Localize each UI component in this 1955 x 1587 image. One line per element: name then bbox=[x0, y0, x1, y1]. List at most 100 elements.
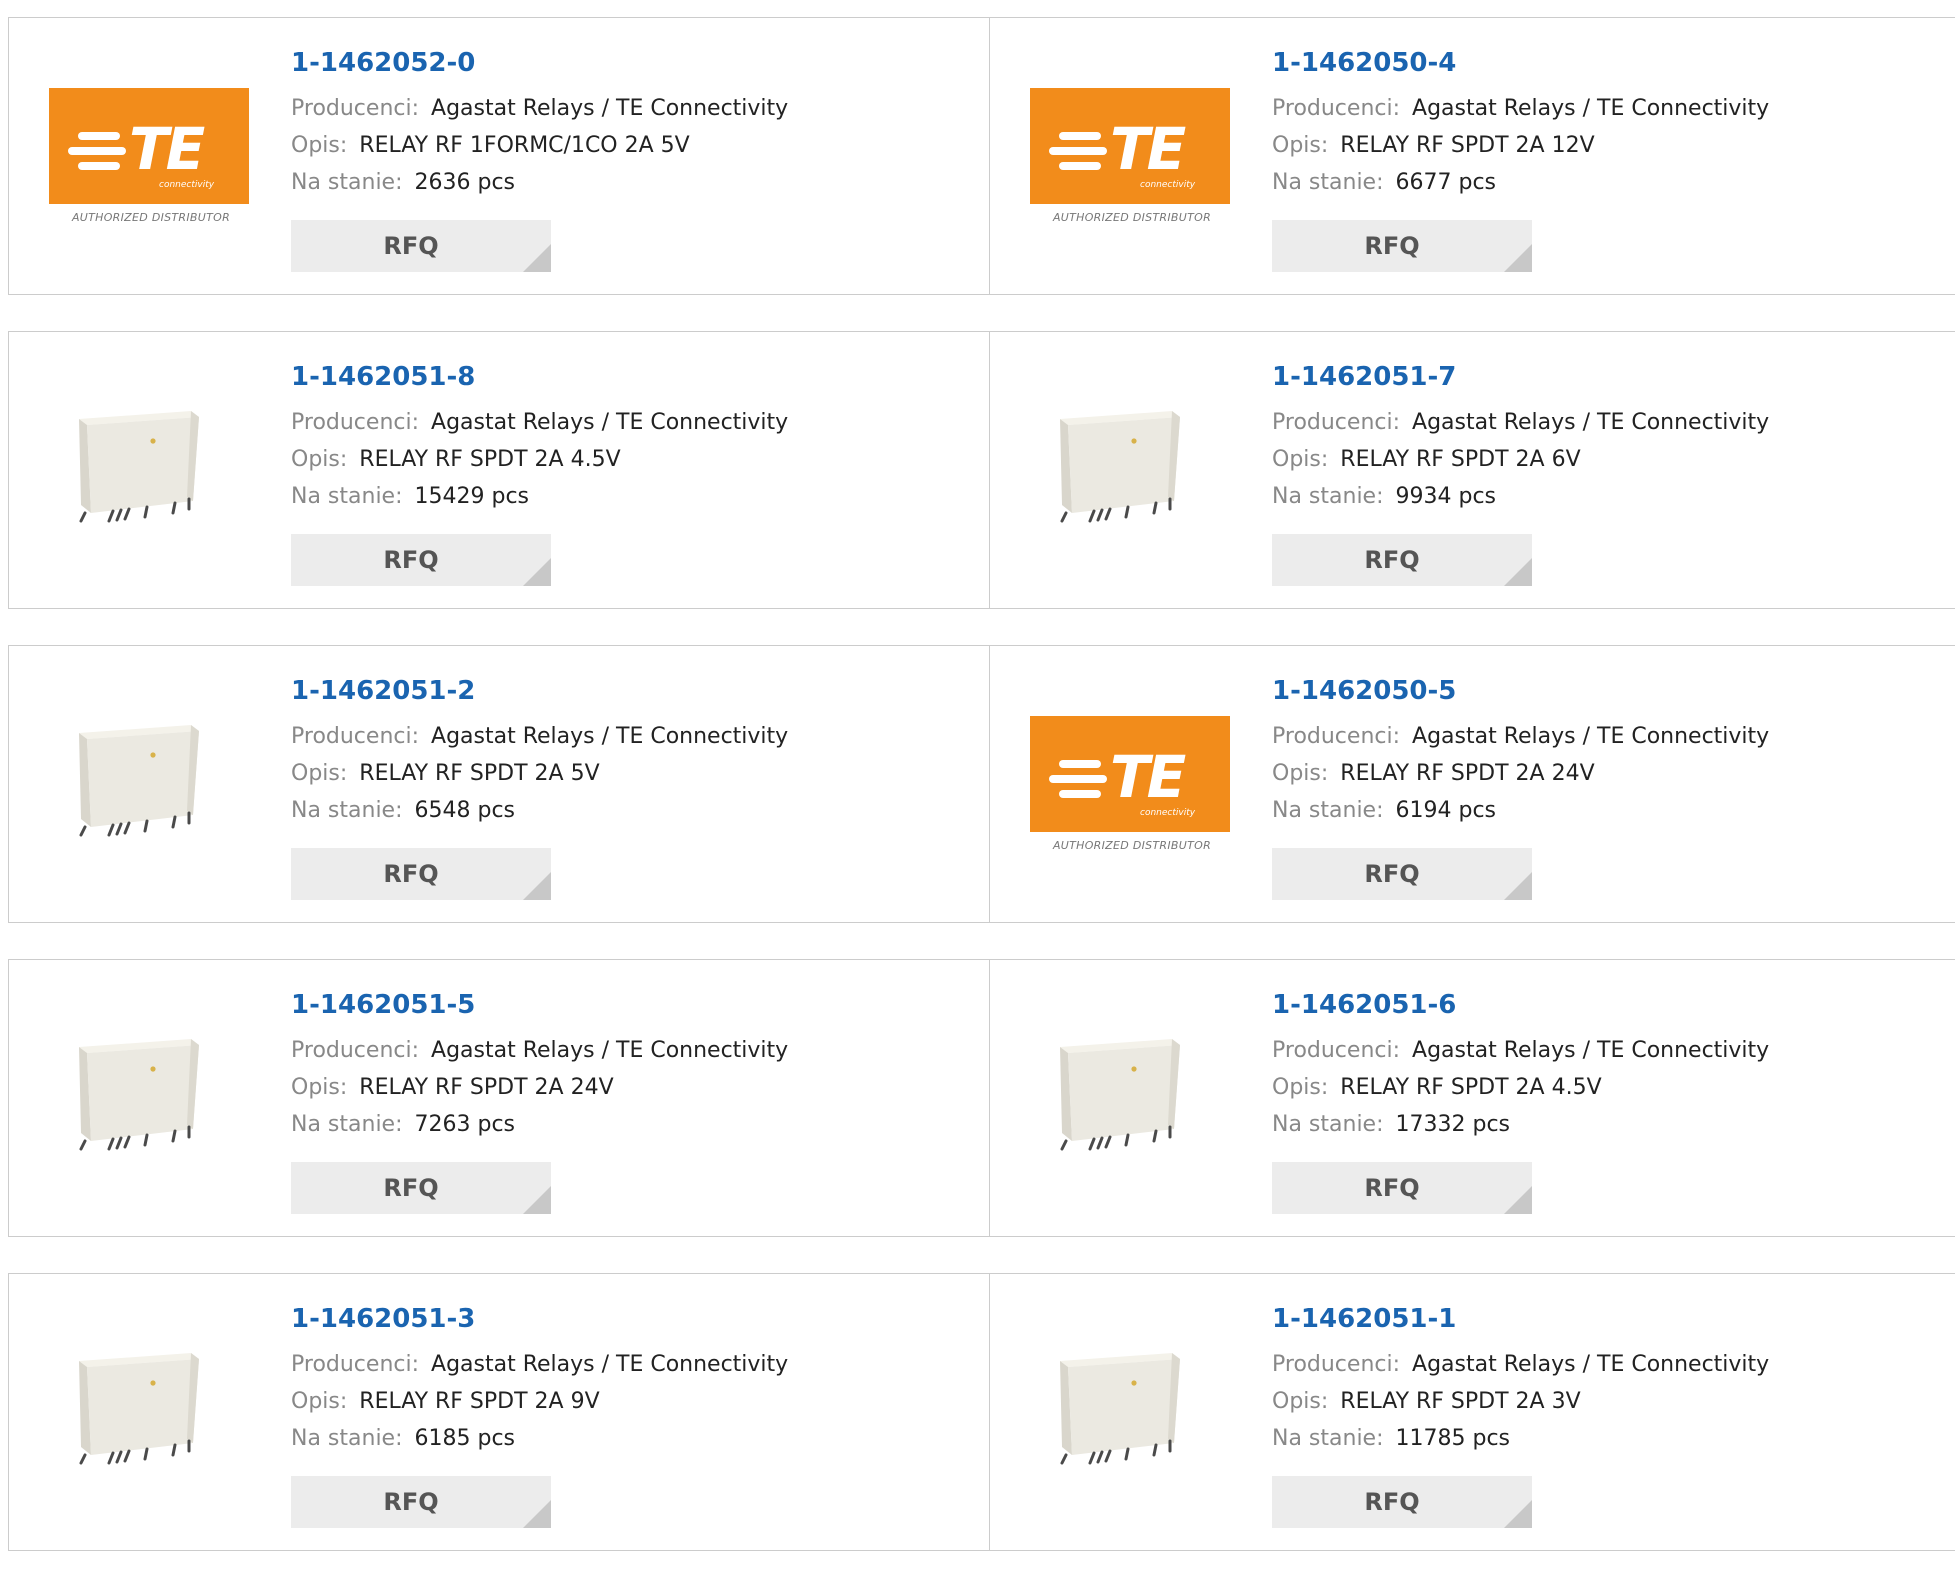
stock-row: Na stanie: 6548 pcs bbox=[291, 792, 788, 829]
manufacturer-label: Producenci: bbox=[291, 410, 420, 435]
te-bars-icon bbox=[68, 132, 126, 176]
stock-value: 11785 pcs bbox=[1395, 1426, 1511, 1451]
product-info: 1-1462051-1 Producenci: Agastat Relays / … bbox=[1272, 1304, 1769, 1457]
product-image[interactable] bbox=[49, 1321, 249, 1473]
rfq-button[interactable]: RFQ bbox=[1272, 220, 1532, 272]
part-number-link[interactable]: 1-1462051-5 bbox=[291, 990, 788, 1020]
part-number-link[interactable]: 1-1462051-2 bbox=[291, 676, 788, 706]
rfq-label: RFQ bbox=[383, 232, 439, 260]
authorized-distributor-caption: AUTHORIZED DISTRIBUTOR bbox=[1052, 211, 1212, 224]
product-card: TE connectivity AUTHORIZED DISTRIBUTOR 1… bbox=[9, 18, 989, 294]
stock-value: 15429 pcs bbox=[414, 484, 530, 509]
stock-label: Na stanie: bbox=[1272, 1426, 1384, 1451]
part-number-link[interactable]: 1-1462050-4 bbox=[1272, 48, 1769, 78]
rfq-button[interactable]: RFQ bbox=[291, 1162, 551, 1214]
product-row: 1-1462051-3 Producenci: Agastat Relays / … bbox=[8, 1273, 1955, 1551]
manufacturer-label: Producenci: bbox=[1272, 410, 1401, 435]
stock-row: Na stanie: 17332 pcs bbox=[1272, 1106, 1769, 1143]
rfq-corner-icon bbox=[523, 1500, 551, 1528]
product-image[interactable] bbox=[49, 379, 249, 531]
product-image[interactable]: TE connectivity AUTHORIZED DISTRIBUTOR bbox=[1030, 693, 1230, 852]
manufacturer-label: Producenci: bbox=[291, 724, 420, 749]
te-logo-text: TE bbox=[1110, 115, 1186, 183]
description-label: Opis: bbox=[1272, 1075, 1329, 1100]
product-image[interactable] bbox=[1030, 1007, 1230, 1159]
part-number-link[interactable]: 1-1462050-5 bbox=[1272, 676, 1769, 706]
rfq-button[interactable]: RFQ bbox=[1272, 534, 1532, 586]
stock-label: Na stanie: bbox=[291, 1426, 403, 1451]
part-number-link[interactable]: 1-1462052-0 bbox=[291, 48, 788, 78]
relay-product-icon bbox=[79, 1353, 199, 1465]
manufacturer-row: Producenci: Agastat Relays / TE Connectiv… bbox=[1272, 718, 1769, 755]
rfq-label: RFQ bbox=[383, 1174, 439, 1202]
manufacturer-label: Producenci: bbox=[1272, 96, 1401, 121]
product-info: 1-1462051-3 Producenci: Agastat Relays / … bbox=[291, 1304, 788, 1457]
manufacturer-row: Producenci: Agastat Relays / TE Connectiv… bbox=[291, 1032, 788, 1069]
product-row: 1-1462051-2 Producenci: Agastat Relays / … bbox=[8, 645, 1955, 923]
product-card: TE connectivity AUTHORIZED DISTRIBUTOR 1… bbox=[989, 646, 1955, 922]
part-number-link[interactable]: 1-1462051-8 bbox=[291, 362, 788, 392]
description-label: Opis: bbox=[291, 1389, 348, 1414]
part-number-link[interactable]: 1-1462051-6 bbox=[1272, 990, 1769, 1020]
product-image[interactable]: TE connectivity AUTHORIZED DISTRIBUTOR bbox=[1030, 65, 1230, 224]
relay-product-icon bbox=[1060, 1039, 1180, 1151]
description-row: Opis: RELAY RF SPDT 2A 24V bbox=[1272, 755, 1769, 792]
rfq-button[interactable]: RFQ bbox=[1272, 848, 1532, 900]
stock-value: 6677 pcs bbox=[1395, 170, 1497, 195]
product-info: 1-1462051-7 Producenci: Agastat Relays / … bbox=[1272, 362, 1769, 515]
rfq-label: RFQ bbox=[383, 860, 439, 888]
manufacturer-value: Agastat Relays / TE Connectivity bbox=[431, 1038, 789, 1063]
description-value: RELAY RF SPDT 2A 3V bbox=[1340, 1389, 1581, 1414]
stock-value: 6548 pcs bbox=[414, 798, 516, 823]
product-card: 1-1462051-1 Producenci: Agastat Relays / … bbox=[989, 1274, 1955, 1550]
product-image[interactable] bbox=[49, 693, 249, 845]
rfq-corner-icon bbox=[523, 244, 551, 272]
rfq-corner-icon bbox=[1504, 244, 1532, 272]
rfq-button[interactable]: RFQ bbox=[1272, 1162, 1532, 1214]
description-label: Opis: bbox=[1272, 133, 1329, 158]
rfq-button[interactable]: RFQ bbox=[291, 848, 551, 900]
manufacturer-row: Producenci: Agastat Relays / TE Connectiv… bbox=[291, 404, 788, 441]
part-number-link[interactable]: 1-1462051-3 bbox=[291, 1304, 788, 1334]
description-value: RELAY RF SPDT 2A 24V bbox=[359, 1075, 614, 1100]
description-row: Opis: RELAY RF SPDT 2A 3V bbox=[1272, 1383, 1769, 1420]
product-info: 1-1462051-8 Producenci: Agastat Relays / … bbox=[291, 362, 788, 515]
manufacturer-row: Producenci: Agastat Relays / TE Connectiv… bbox=[1272, 90, 1769, 127]
relay-product-icon bbox=[79, 725, 199, 837]
description-row: Opis: RELAY RF SPDT 2A 6V bbox=[1272, 441, 1769, 478]
product-image[interactable]: TE connectivity AUTHORIZED DISTRIBUTOR bbox=[49, 65, 249, 224]
stock-label: Na stanie: bbox=[291, 484, 403, 509]
stock-value: 9934 pcs bbox=[1395, 484, 1497, 509]
rfq-label: RFQ bbox=[1364, 1174, 1420, 1202]
product-image[interactable] bbox=[1030, 1321, 1230, 1473]
description-row: Opis: RELAY RF SPDT 2A 12V bbox=[1272, 127, 1769, 164]
product-info: 1-1462050-5 Producenci: Agastat Relays / … bbox=[1272, 676, 1769, 829]
rfq-button[interactable]: RFQ bbox=[291, 534, 551, 586]
manufacturer-row: Producenci: Agastat Relays / TE Connectiv… bbox=[1272, 1032, 1769, 1069]
manufacturer-label: Producenci: bbox=[291, 1038, 420, 1063]
rfq-button[interactable]: RFQ bbox=[291, 220, 551, 272]
rfq-button[interactable]: RFQ bbox=[291, 1476, 551, 1528]
product-row: TE connectivity AUTHORIZED DISTRIBUTOR 1… bbox=[8, 17, 1955, 295]
relay-product-icon bbox=[1060, 411, 1180, 523]
part-number-link[interactable]: 1-1462051-1 bbox=[1272, 1304, 1769, 1334]
manufacturer-row: Producenci: Agastat Relays / TE Connectiv… bbox=[1272, 404, 1769, 441]
te-logo-text: TE bbox=[129, 115, 205, 183]
te-connectivity-logo: TE connectivity bbox=[1030, 716, 1230, 832]
manufacturer-row: Producenci: Agastat Relays / TE Connectiv… bbox=[291, 718, 788, 755]
stock-label: Na stanie: bbox=[1272, 798, 1384, 823]
part-number-link[interactable]: 1-1462051-7 bbox=[1272, 362, 1769, 392]
product-image[interactable] bbox=[49, 1007, 249, 1159]
manufacturer-label: Producenci: bbox=[291, 96, 420, 121]
relay-product-icon bbox=[1060, 1353, 1180, 1465]
manufacturer-value: Agastat Relays / TE Connectivity bbox=[431, 96, 789, 121]
manufacturer-label: Producenci: bbox=[1272, 1038, 1401, 1063]
description-value: RELAY RF 1FORMC/1CO 2A 5V bbox=[359, 133, 690, 158]
rfq-button[interactable]: RFQ bbox=[1272, 1476, 1532, 1528]
stock-row: Na stanie: 6194 pcs bbox=[1272, 792, 1769, 829]
product-image[interactable] bbox=[1030, 379, 1230, 531]
te-logo-text: TE bbox=[1110, 743, 1186, 811]
product-grid: TE connectivity AUTHORIZED DISTRIBUTOR 1… bbox=[8, 17, 1955, 1587]
te-bars-icon bbox=[1049, 760, 1107, 804]
te-connectivity-logo: TE connectivity bbox=[1030, 88, 1230, 204]
